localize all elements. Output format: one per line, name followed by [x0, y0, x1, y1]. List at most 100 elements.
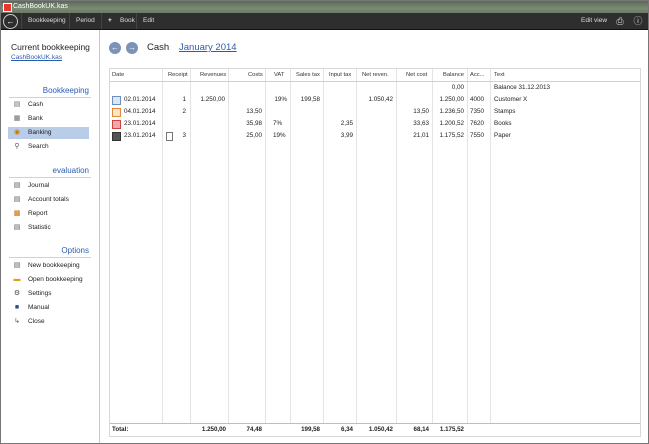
sidebar-item-journal[interactable]: ▤ Journal	[8, 180, 89, 192]
menu-bookkeeping[interactable]: Bookkeeping	[21, 13, 72, 29]
cell-text: Books	[494, 120, 512, 127]
window-title: CashBookUK.kas	[13, 3, 68, 10]
sidebar-item-open-bookkeeping[interactable]: ▬ Open bookkeeping	[8, 274, 89, 286]
column-header-net-cost[interactable]: Net cost	[406, 69, 427, 81]
column-header-text[interactable]: Text	[494, 69, 505, 81]
new-icon: ▤	[13, 262, 21, 269]
bookkeeping-file-link[interactable]: CashBookUK.kas	[11, 54, 62, 61]
divider	[9, 257, 91, 258]
cell-text: Balance 31.12.2013	[494, 84, 551, 91]
add-icon: +	[108, 17, 112, 24]
sidebar-item-new-bookkeeping[interactable]: ▤ New bookkeeping	[8, 260, 89, 272]
sidebar-item-label: Settings	[28, 290, 52, 297]
app-icon	[3, 3, 12, 12]
cell-sales-tax: 199,58	[300, 96, 320, 103]
column-header-receipt[interactable]: Receipt	[168, 69, 188, 81]
sidebar-item-label: Banking	[28, 129, 52, 136]
cell-balance: 1.175,52	[439, 132, 464, 139]
cell-vat: 19%	[273, 132, 286, 139]
cell-account: 7550	[470, 132, 485, 139]
back-icon[interactable]: ←	[3, 14, 18, 29]
bookings-table: Date Receipt Revenues Costs VAT Sales ta…	[109, 68, 641, 437]
cell-account: 7620	[470, 120, 485, 127]
sidebar-item-settings[interactable]: ⚙ Settings	[8, 288, 89, 300]
menu-book-label: Book	[120, 17, 135, 24]
divider	[9, 177, 91, 178]
cell-balance: 0,00	[451, 84, 464, 91]
column-header-vat[interactable]: VAT	[274, 69, 284, 81]
sidebar-title: Current bookkeeping	[11, 42, 90, 52]
total-revenues: 1.250,00	[201, 426, 226, 433]
search-icon: ⚲	[14, 143, 20, 150]
period-link[interactable]: January 2014	[179, 42, 237, 53]
cell-balance: 1.250,00	[439, 96, 464, 103]
cell-vat: 7%	[273, 120, 283, 127]
section-evaluation: evaluation	[52, 166, 89, 175]
sidebar-item-label: Cash	[28, 101, 44, 108]
cell-costs: 35,98	[246, 120, 262, 127]
bank-icon: ▦	[13, 115, 21, 122]
banking-icon: ◉	[13, 129, 21, 136]
cell-balance: 1.200,52	[439, 120, 464, 127]
section-bookkeeping: Bookkeeping	[42, 86, 89, 95]
cell-text: Stamps	[494, 108, 516, 115]
journal-icon: ▤	[13, 182, 21, 189]
sidebar-item-label: Statistic	[28, 224, 51, 231]
sidebar-item-label: Open bookkeeping	[28, 276, 83, 283]
sidebar-item-report[interactable]: ▩ Report	[8, 208, 89, 220]
cell-net-cost: 13,50	[413, 108, 429, 115]
info-icon[interactable]: ⓘ	[632, 15, 644, 27]
sidebar-item-banking[interactable]: ◉ Banking	[8, 127, 89, 139]
sidebar-item-search[interactable]: ⚲ Search	[8, 141, 89, 153]
column-header-input-tax[interactable]: Input tax	[329, 69, 351, 81]
total-balance: 1.175,52	[439, 426, 464, 433]
sidebar-item-statistic[interactable]: ▤ Statistic	[8, 222, 89, 234]
sidebar-item-label: Bank	[28, 115, 43, 122]
cell-balance: 1.236,50	[439, 108, 464, 115]
total-costs: 74,48	[246, 426, 262, 433]
cell-text: Paper	[494, 132, 511, 139]
statistic-icon: ▤	[13, 224, 21, 231]
cell-net-cost: 21,01	[413, 132, 429, 139]
report-icon: ▩	[13, 210, 21, 217]
cell-account: 4000	[470, 96, 485, 103]
sidebar-item-account-totals[interactable]: ▤ Account totals	[8, 194, 89, 206]
account-title: Cash	[147, 42, 170, 53]
app-window: CashBookUK.kas ← Bookkeeping Period + Bo…	[0, 0, 649, 444]
cell-receipt: 2	[182, 108, 186, 115]
edit-view-button[interactable]: Edit view	[581, 13, 607, 29]
sidebar: Current bookkeeping CashBookUK.kas Bookk…	[1, 30, 100, 443]
column-header-costs[interactable]: Costs	[248, 69, 263, 81]
next-period-icon[interactable]: →	[126, 42, 138, 54]
column-header-net-revenue[interactable]: Net reven.	[362, 69, 389, 81]
cell-date: 23.01.2014	[124, 132, 156, 139]
folder-open-icon: ▬	[13, 276, 21, 283]
sidebar-item-manual[interactable]: ■ Manual	[8, 302, 89, 314]
menu-period[interactable]: Period	[69, 13, 101, 29]
sidebar-item-close[interactable]: ↳ Close	[8, 316, 89, 328]
title-bar: CashBookUK.kas	[1, 1, 648, 13]
total-net-cost: 68,14	[413, 426, 429, 433]
total-net-revenue: 1.050,42	[368, 426, 393, 433]
close-icon: ↳	[14, 318, 20, 325]
column-header-revenues[interactable]: Revenues	[200, 69, 226, 81]
printer-icon[interactable]: ⎙	[614, 15, 626, 27]
sidebar-item-label: Manual	[28, 304, 50, 311]
column-header-balance[interactable]: Balance	[443, 69, 464, 81]
column-header-date[interactable]: Date	[112, 69, 124, 81]
books-icon	[112, 120, 121, 129]
cell-date: 23.01.2014	[124, 120, 156, 127]
column-header-account[interactable]: Acc...	[470, 69, 485, 81]
cell-revenues: 1.250,00	[200, 96, 225, 103]
column-header-sales-tax[interactable]: Sales tax	[296, 69, 320, 81]
sidebar-item-label: New bookkeeping	[28, 262, 80, 269]
sidebar-item-label: Report	[28, 210, 48, 217]
sidebar-item-bank[interactable]: ▦ Bank	[8, 113, 89, 125]
menu-book[interactable]: + Book	[101, 13, 141, 29]
toolbar: ← Bookkeeping Period + Book Edit Edit vi…	[1, 13, 648, 30]
main-panel: ← → Cash January 2014 Date Receipt Reven…	[101, 30, 648, 443]
sidebar-item-cash[interactable]: ▤ Cash	[8, 99, 89, 111]
total-sales-tax: 199,58	[301, 426, 320, 433]
menu-edit[interactable]: Edit	[136, 13, 160, 29]
previous-period-icon[interactable]: ←	[109, 42, 121, 54]
